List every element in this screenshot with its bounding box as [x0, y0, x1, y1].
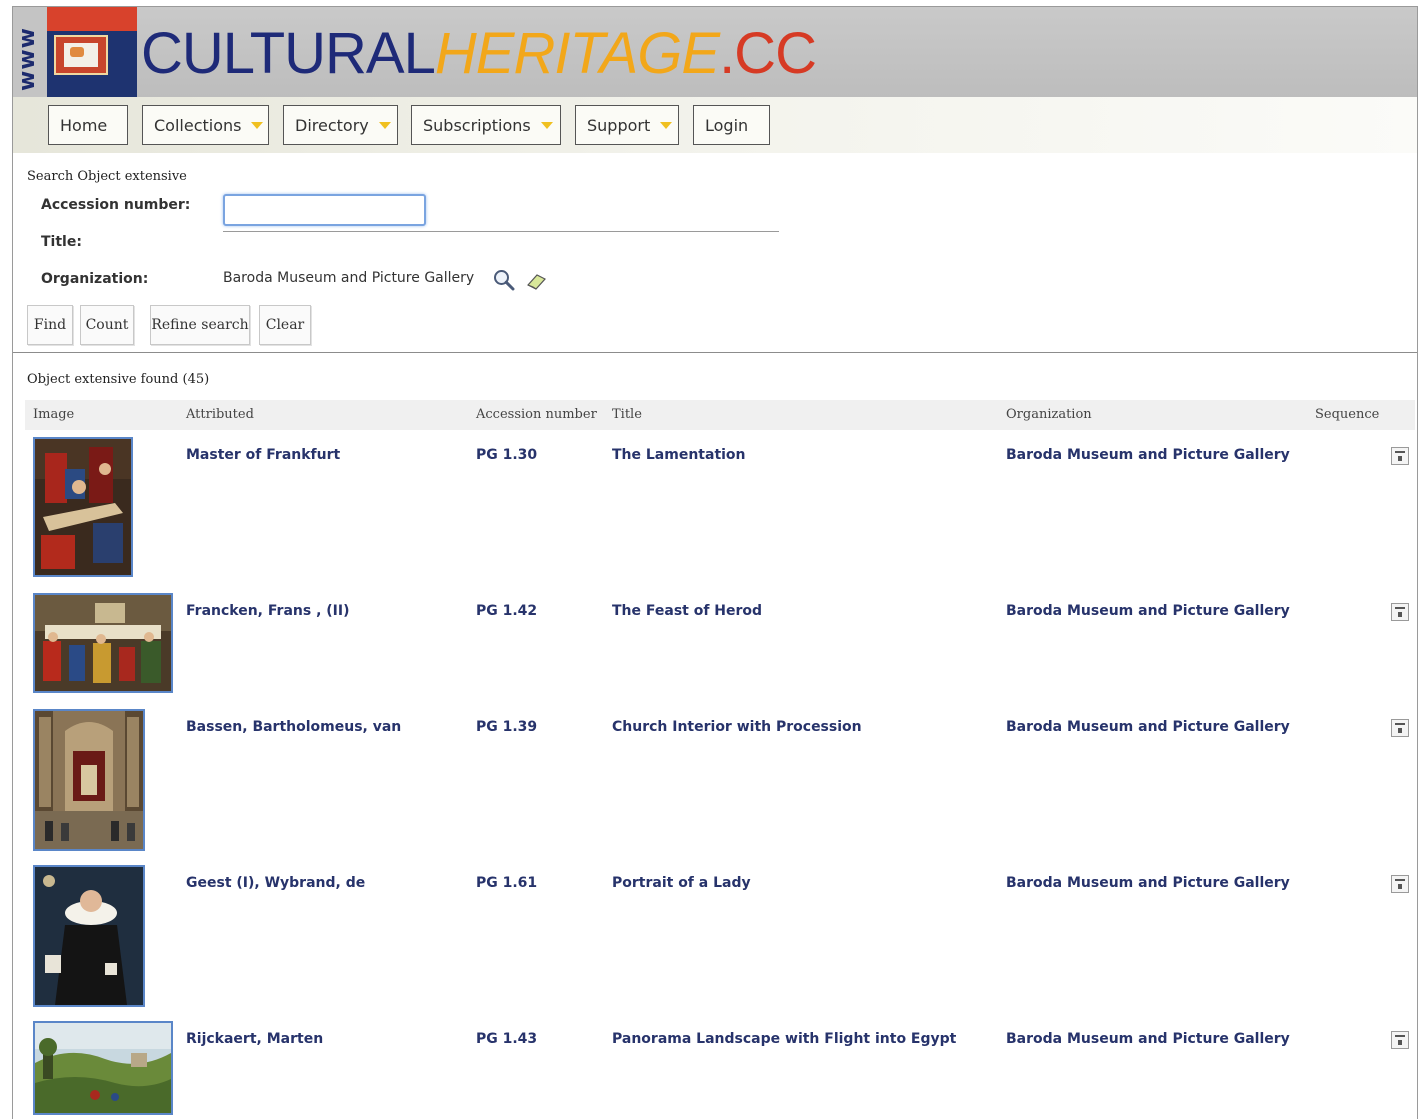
site-brand[interactable]: CULTURALHERITAGE.CC — [141, 21, 817, 87]
logo-emblem-icon — [54, 35, 108, 75]
dropdown-caret-icon — [251, 121, 264, 129]
refine-search-button[interactable]: Refine search — [150, 305, 250, 345]
organization-label: Organization: — [41, 271, 149, 287]
title-cell[interactable]: Panorama Landscape with Flight into Egyp… — [612, 1031, 956, 1047]
organization-cell[interactable]: Baroda Museum and Picture Gallery — [1006, 719, 1290, 735]
nav-login-label: Login — [705, 115, 749, 135]
artwork-thumbnail[interactable] — [33, 437, 133, 577]
table-row: Rijckaert, Marten PG 1.43 Panorama Lands… — [13, 1021, 1417, 1115]
organization-cell[interactable]: Baroda Museum and Picture Gallery — [1006, 1031, 1290, 1047]
main-nav: Home Collections Directory Subscriptions… — [13, 97, 1417, 153]
col-image[interactable]: Image — [33, 407, 74, 422]
nav-support[interactable]: Support — [575, 105, 679, 145]
painting-image — [35, 439, 131, 575]
title-cell[interactable]: Portrait of a Lady — [612, 875, 751, 891]
nav-subscriptions-label: Subscriptions — [423, 115, 531, 135]
nav-collections[interactable]: Collections — [142, 105, 269, 145]
find-button[interactable]: Find — [27, 305, 73, 345]
attributed-cell[interactable]: Bassen, Bartholomeus, van — [186, 719, 401, 735]
nav-home[interactable]: Home — [48, 105, 128, 145]
attributed-cell[interactable]: Geest (I), Wybrand, de — [186, 875, 365, 891]
nav-directory[interactable]: Directory — [283, 105, 398, 145]
divider — [13, 352, 1417, 353]
col-sequence[interactable]: Sequence — [1315, 407, 1379, 422]
painting-image — [35, 867, 143, 1005]
attributed-cell[interactable]: Rijckaert, Marten — [186, 1031, 323, 1047]
col-title[interactable]: Title — [612, 407, 642, 422]
organization-cell[interactable]: Baroda Museum and Picture Gallery — [1006, 875, 1290, 891]
accession-label: Accession number: — [41, 197, 191, 213]
magnifier-icon[interactable] — [492, 268, 516, 292]
accession-number-input[interactable] — [223, 194, 426, 226]
www-label: www — [15, 27, 40, 91]
nav-directory-label: Directory — [295, 115, 369, 135]
sequence-icon[interactable] — [1391, 875, 1409, 893]
painting-image — [35, 711, 143, 849]
dropdown-caret-icon — [540, 121, 553, 129]
nav-home-label: Home — [60, 115, 108, 135]
accession-cell[interactable]: PG 1.42 — [476, 603, 537, 619]
title-input[interactable] — [223, 231, 779, 264]
nav-support-label: Support — [587, 115, 651, 135]
title-cell[interactable]: The Lamentation — [612, 447, 746, 463]
col-attributed[interactable]: Attributed — [186, 407, 254, 422]
col-accession[interactable]: Accession number — [476, 407, 597, 422]
artwork-thumbnail[interactable] — [33, 709, 145, 851]
sequence-icon[interactable] — [1391, 603, 1409, 621]
attributed-cell[interactable]: Master of Frankfurt — [186, 447, 340, 463]
nav-collections-label: Collections — [154, 115, 242, 135]
accession-cell[interactable]: PG 1.43 — [476, 1031, 537, 1047]
site-header: www CULTURALHERITAGE.CC — [13, 7, 1417, 97]
sequence-icon[interactable] — [1391, 447, 1409, 465]
accession-cell[interactable]: PG 1.61 — [476, 875, 537, 891]
attributed-cell[interactable]: Francken, Frans , (II) — [186, 603, 349, 619]
brand-heritage: HERITAGE — [434, 21, 720, 86]
table-row: Geest (I), Wybrand, de PG 1.61 Portrait … — [13, 865, 1417, 1007]
brand-cc: .CC — [719, 21, 817, 86]
organization-value[interactable]: Baroda Museum and Picture Gallery — [223, 270, 474, 286]
organization-cell[interactable]: Baroda Museum and Picture Gallery — [1006, 603, 1290, 619]
count-button[interactable]: Count — [80, 305, 134, 345]
title-cell[interactable]: The Feast of Herod — [612, 603, 762, 619]
www-strip: www — [13, 7, 47, 97]
sequence-icon[interactable] — [1391, 1031, 1409, 1049]
col-organization[interactable]: Organization — [1006, 407, 1092, 422]
brand-cultural: CULTURAL — [141, 21, 436, 86]
table-row: Francken, Frans , (II) PG 1.42 The Feast… — [13, 593, 1417, 693]
site-logo[interactable] — [47, 7, 137, 97]
painting-image — [35, 595, 171, 691]
search-form-heading: Search Object extensive — [27, 169, 187, 184]
sequence-icon[interactable] — [1391, 719, 1409, 737]
clear-button[interactable]: Clear — [259, 305, 311, 345]
accession-cell[interactable]: PG 1.30 — [476, 447, 537, 463]
artwork-thumbnail[interactable] — [33, 865, 145, 1007]
dropdown-caret-icon — [378, 121, 391, 129]
table-row: Bassen, Bartholomeus, van PG 1.39 Church… — [13, 709, 1417, 851]
title-label: Title: — [41, 234, 82, 250]
nav-login[interactable]: Login — [693, 105, 770, 145]
artwork-thumbnail[interactable] — [33, 1021, 173, 1115]
eraser-icon[interactable] — [525, 271, 549, 291]
results-count: Object extensive found (45) — [27, 372, 210, 387]
artwork-thumbnail[interactable] — [33, 593, 173, 693]
painting-image — [35, 1023, 171, 1113]
title-cell[interactable]: Church Interior with Procession — [612, 719, 862, 735]
accession-cell[interactable]: PG 1.39 — [476, 719, 537, 735]
results-table-header: Image Attributed Accession number Title … — [25, 400, 1415, 430]
page: www CULTURALHERITAGE.CC Home Collections… — [12, 6, 1418, 1119]
nav-subscriptions[interactable]: Subscriptions — [411, 105, 561, 145]
organization-cell[interactable]: Baroda Museum and Picture Gallery — [1006, 447, 1290, 463]
table-row: Master of Frankfurt PG 1.30 The Lamentat… — [13, 437, 1417, 579]
dropdown-caret-icon — [660, 121, 673, 129]
